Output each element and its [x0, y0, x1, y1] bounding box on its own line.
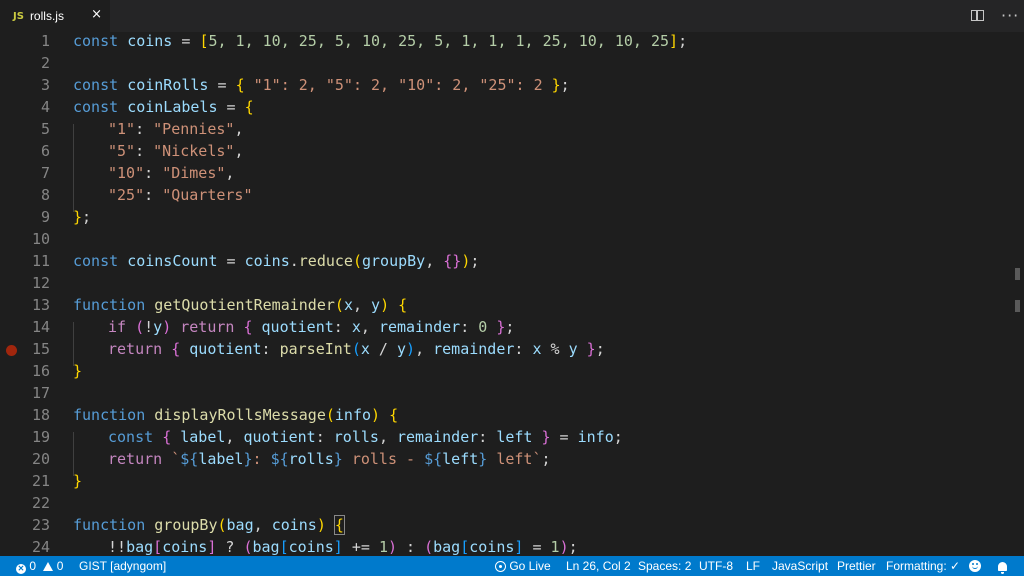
line-number: 22 [31, 494, 50, 512]
line-number: 17 [31, 384, 50, 402]
close-icon[interactable]: × [91, 8, 102, 22]
line-number: 10 [31, 230, 50, 248]
line-number: 12 [31, 274, 50, 292]
eol-status[interactable]: LF [746, 559, 760, 573]
tab-label: rolls.js [29, 9, 64, 23]
scrollbar-marker[interactable] [1015, 300, 1020, 312]
broadcast-icon [495, 561, 506, 572]
warning-icon [43, 562, 54, 571]
more-actions-icon[interactable]: ··· [1001, 6, 1019, 25]
problems-indicator[interactable]: ✕ 0 0 [16, 559, 63, 574]
code-line: const coins = [5, 1, 10, 25, 5, 10, 25, … [73, 32, 688, 50]
notifications-bell-icon[interactable] [998, 559, 1007, 574]
code-line: function groupBy(bag, coins) { [73, 515, 345, 535]
code-editor[interactable]: 1 2 3 4 5 6 7 8 9 10 11 12 13 14 15 16 1… [0, 32, 1024, 556]
code-line: !!bag[coins] ? (bag[coins] += 1) : (bag[… [108, 538, 578, 556]
code-line: return `${label}: ${rolls} rolls - ${lef… [108, 450, 551, 468]
warning-count: 0 [56, 559, 64, 573]
code-line: if (!y) return { quotient: x, remainder:… [108, 318, 515, 336]
feedback-smiley-icon[interactable] [969, 559, 981, 573]
code-line: }; [73, 208, 92, 226]
split-editor-icon[interactable] [971, 10, 984, 21]
error-count: 0 [29, 559, 37, 573]
language-mode[interactable]: JavaScript [772, 559, 828, 573]
error-icon: ✕ [16, 564, 26, 574]
code-line: "1": "Pennies", [108, 120, 244, 138]
encoding-status[interactable]: UTF-8 [699, 559, 733, 573]
code-line: const coinsCount = coins.reduce(groupBy,… [73, 252, 480, 270]
indentation-status[interactable]: Spaces: 2 [638, 559, 691, 573]
code-line: const coinRolls = { "1": 2, "5": 2, "10"… [73, 76, 570, 94]
javascript-file-icon: JS [13, 10, 24, 22]
code-line: "10": "Dimes", [108, 164, 235, 182]
line-number: 2 [40, 54, 50, 72]
cursor-position[interactable]: Ln 26, Col 2 [566, 559, 631, 573]
tab-rolls-js[interactable]: JS rolls.js × [0, 0, 110, 32]
go-live-label: Go Live [509, 559, 551, 573]
tab-bar: JS rolls.js × ··· [0, 0, 1024, 32]
code-line: } [73, 362, 83, 380]
status-bar: ✕ 0 0 GIST [adyngom] Go Live Ln 26, Col … [0, 556, 1024, 576]
gist-status[interactable]: GIST [adyngom] [79, 559, 166, 573]
code-line: "5": "Nickels", [108, 142, 244, 160]
scrollbar-marker[interactable] [1015, 268, 1020, 280]
code-line: function getQuotientRemainder(x, y) { [73, 296, 408, 314]
prettier-status[interactable]: Prettier [837, 559, 876, 573]
go-live-button[interactable]: Go Live [495, 559, 551, 573]
formatting-status[interactable]: Formatting: ✓ [886, 559, 960, 573]
code-line: function displayRollsMessage(info) { [73, 406, 399, 424]
code-line: "25": "Quarters" [108, 186, 253, 204]
code-line: } [73, 472, 83, 490]
code-line: const coinLabels = { [73, 98, 254, 116]
code-line: const { label, quotient: rolls, remainde… [108, 428, 623, 446]
code-line: return { quotient: parseInt(x / y), rema… [108, 340, 605, 358]
